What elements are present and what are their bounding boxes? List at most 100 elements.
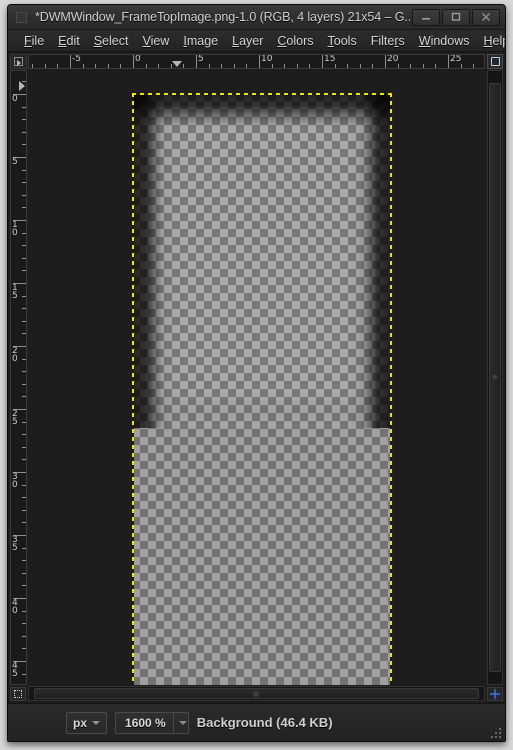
ruler-tick-minor (422, 64, 424, 68)
ruler-label: -5 (72, 54, 81, 64)
ruler-tick-minor (22, 396, 26, 398)
maximize-icon (451, 12, 461, 21)
menu-edit[interactable]: Edit (51, 34, 87, 48)
menu-image[interactable]: Image (176, 34, 225, 48)
ruler-tick-minor (359, 64, 361, 68)
menu-tools[interactable]: Tools (321, 34, 364, 48)
ruler-tick-minor (82, 64, 84, 68)
ruler-tick-minor (296, 64, 298, 68)
ruler-label: 5 (198, 54, 204, 64)
vertical-position-marker (19, 81, 25, 92)
ruler-tick-minor (460, 64, 462, 68)
ruler-tick-minor (22, 635, 26, 637)
menu-colors[interactable]: Colors (270, 34, 320, 48)
menu-filters[interactable]: Filters (364, 34, 412, 48)
vertical-scrollbar[interactable] (487, 70, 503, 685)
menu-view[interactable]: View (135, 34, 176, 48)
menu-select[interactable]: Select (87, 34, 136, 48)
unit-selector[interactable]: px (66, 711, 108, 734)
unit-selector-value: px (73, 715, 88, 730)
ruler-tick-minor (183, 64, 185, 68)
zoom-dropdown-button[interactable] (172, 712, 188, 733)
canvas-viewport[interactable] (28, 70, 485, 685)
ruler-tick-minor (22, 446, 26, 448)
ruler-tick-minor (22, 522, 26, 524)
maximize-button[interactable] (442, 8, 470, 26)
quick-mask-button[interactable] (10, 687, 26, 701)
resize-grip[interactable] (491, 728, 501, 738)
ruler-tick-minor (22, 182, 26, 184)
minimize-button[interactable] (412, 8, 440, 26)
ruler-tick-minor (22, 194, 26, 196)
ruler-tick-minor (22, 421, 26, 423)
menu-arrow-icon (14, 57, 23, 66)
vertical-scrollbar-thumb[interactable] (489, 83, 501, 672)
ruler-label: 40 (12, 598, 18, 616)
ruler-tick-minor (22, 131, 26, 133)
app-icon (16, 11, 27, 23)
vertical-ruler[interactable]: 0 5 10 15 20 25 30 35 40 45 (10, 70, 27, 685)
ruler-origin-button[interactable] (10, 54, 27, 69)
ruler-tick-minor (22, 257, 26, 259)
ruler-tick-minor (246, 64, 248, 68)
ruler-tick-minor (22, 232, 26, 234)
ruler-tick-minor (22, 358, 26, 360)
editor-area: -5 0 5 10 15 20 25 0 5 10 15 20 25 30 35 40 45 (8, 52, 505, 703)
zoom-fit-icon (490, 57, 500, 66)
quick-mask-icon (14, 690, 22, 698)
ruler-tick-minor (22, 572, 26, 574)
menu-windows[interactable]: Windows (412, 34, 477, 48)
ruler-tick-minor (22, 623, 26, 625)
ruler-tick-minor (22, 648, 26, 650)
zoom-selector[interactable]: 1600 % (115, 711, 189, 734)
ruler-tick-minor (284, 64, 286, 68)
close-icon (481, 12, 491, 22)
navigate-button[interactable] (487, 687, 503, 701)
horizontal-scrollbar[interactable] (28, 686, 485, 701)
ruler-tick-minor (22, 610, 26, 612)
ruler-tick-minor (22, 585, 26, 587)
ruler-tick-minor (44, 64, 46, 68)
ruler-tick-minor (22, 673, 26, 675)
ruler-tick-minor (95, 64, 97, 68)
frame-bottom-shading (132, 393, 392, 433)
ruler-label: 30 (12, 472, 18, 490)
ruler-tick-minor (22, 459, 26, 461)
ruler-tick-minor (107, 64, 109, 68)
window-title: *DWMWindow_FrameTopImage.png-1.0 (RGB, 4… (35, 10, 410, 24)
frame-side-shading (132, 93, 392, 428)
horizontal-scrollbar-thumb[interactable] (33, 688, 480, 699)
ruler-tick-minor (22, 106, 26, 108)
close-button[interactable] (472, 8, 500, 26)
status-message: Background (46.4 KB) (196, 715, 333, 730)
ruler-label: 5 (12, 157, 18, 167)
ruler-label: 35 (12, 535, 18, 553)
title-bar[interactable]: *DWMWindow_FrameTopImage.png-1.0 (RGB, 4… (8, 5, 505, 30)
ruler-tick-minor (22, 547, 26, 549)
ruler-label: 10 (261, 54, 273, 64)
ruler-tick-minor (221, 64, 223, 68)
zoom-image-button[interactable] (487, 54, 503, 69)
ruler-tick-minor (22, 308, 26, 310)
scrollbar-grip-icon (253, 690, 260, 697)
status-bar: px 1600 % Background (46.4 KB) (8, 703, 505, 741)
menu-file[interactable]: File (17, 34, 51, 48)
ruler-tick-minor (22, 169, 26, 171)
ruler-tick-minor (334, 64, 336, 68)
ruler-label: 45 (12, 661, 18, 679)
ruler-tick-minor (435, 64, 437, 68)
ruler-tick-minor (158, 64, 160, 68)
window-controls (410, 8, 500, 26)
ruler-tick-minor (22, 295, 26, 297)
ruler-tick-minor (22, 119, 26, 121)
ruler-tick-minor (271, 64, 273, 68)
menu-help[interactable]: Help (476, 34, 505, 48)
ruler-tick-minor (22, 320, 26, 322)
image-layers (132, 93, 392, 685)
ruler-tick-minor (22, 333, 26, 335)
ruler-tick-minor (22, 144, 26, 146)
menu-layer[interactable]: Layer (225, 34, 270, 48)
ruler-label: 10 (12, 220, 18, 238)
ruler-tick-minor (473, 64, 475, 68)
horizontal-ruler[interactable]: -5 0 5 10 15 20 25 (28, 54, 485, 69)
